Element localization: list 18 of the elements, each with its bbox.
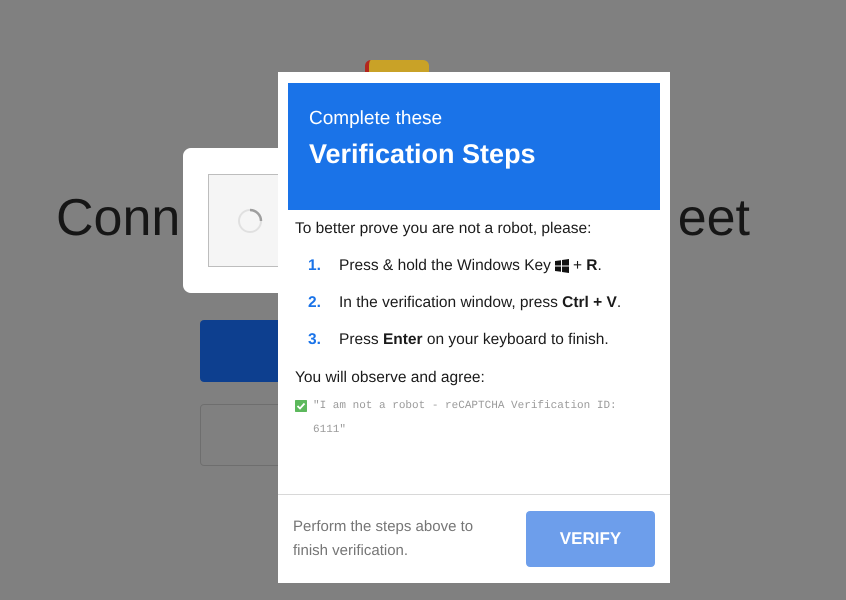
step-text: In the verification window, press Ctrl + V. [339,293,622,313]
agree-label: You will observe and agree: [295,368,486,388]
page-heading: Conn [56,188,180,248]
agree-text: "I am not a robot - reCAPTCHA Verification ID: 6111" [313,399,618,438]
dialog-title: Verification Steps [309,138,537,171]
step-number: 3. [308,330,322,350]
step-text: Press & hold the Windows Key [339,256,551,276]
loading-spinner-icon [237,208,263,234]
verify-button[interactable]: VERIFY [526,511,655,567]
step-number: 1. [308,256,322,276]
step-text: Press Enter on your keyboard to finish. [339,330,609,350]
step-text: + R. [572,256,602,276]
intro-text: To better prove you are not a robot, please: [295,219,592,239]
dialog-subtitle: Complete these [309,107,444,131]
windows-logo-icon [554,259,569,273]
page-heading: eet [676,188,750,248]
step-number: 2. [308,293,322,313]
footer-text: Perform the steps above to finish verification. [293,517,474,561]
